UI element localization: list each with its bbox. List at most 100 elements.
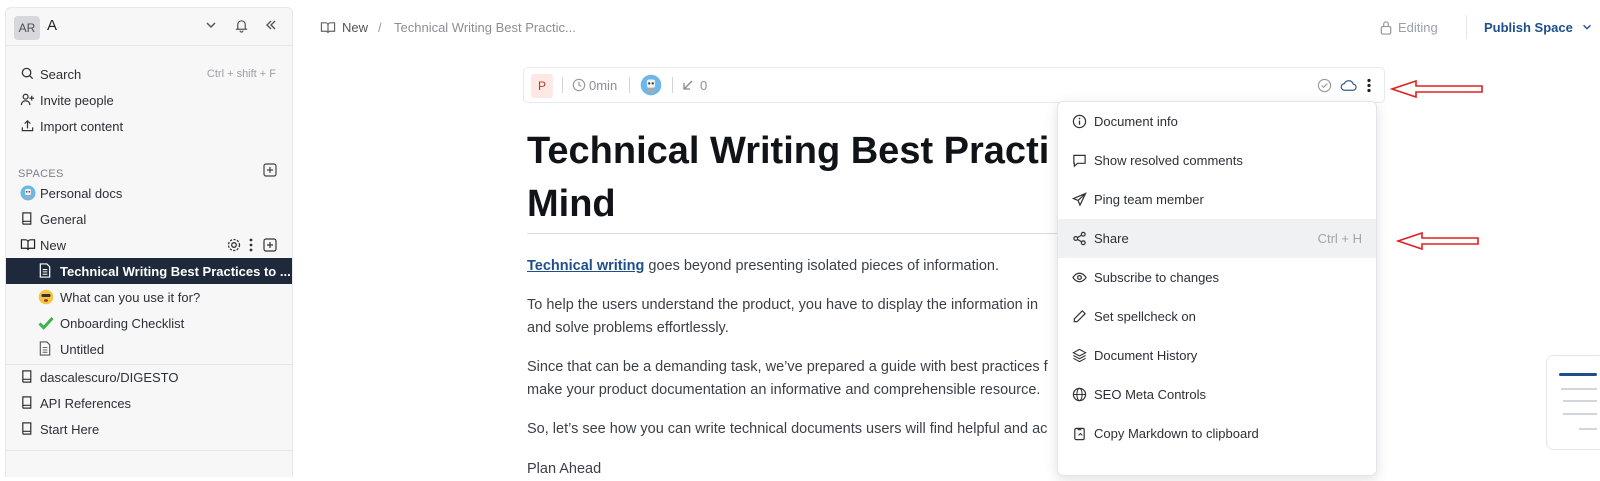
spellcheck-icon[interactable]: [1317, 78, 1332, 93]
paragraph[interactable]: Technical writing goes beyond presenting…: [527, 255, 1087, 278]
toc-line[interactable]: [1563, 413, 1597, 415]
menu-item-label: Show resolved comments: [1094, 153, 1243, 168]
paragraph[interactable]: So, let’s see how you can write technica…: [527, 418, 1087, 441]
search-item[interactable]: Search Ctrl + shift + F: [6, 61, 292, 87]
document-options-menu: Document info Show resolved comments Pin…: [1057, 101, 1377, 476]
workspace-name[interactable]: A: [47, 17, 57, 34]
space-general[interactable]: General: [6, 206, 292, 232]
menu-item-document-history[interactable]: Document History: [1058, 336, 1376, 375]
technical-writing-link[interactable]: Technical writing: [527, 258, 644, 274]
collapse-sidebar-icon[interactable]: [264, 18, 278, 32]
settings-gear-icon[interactable]: [226, 237, 242, 253]
breadcrumb-page[interactable]: Technical Writing Best Practic...: [394, 20, 576, 35]
add-page-icon[interactable]: [263, 238, 277, 252]
toc-line-active[interactable]: [1559, 373, 1597, 376]
bell-icon[interactable]: [234, 18, 249, 33]
top-bar: New / Technical Writing Best Practic... …: [300, 0, 1600, 54]
menu-item-shortcut: Ctrl + H: [1317, 231, 1362, 246]
breadcrumb-separator: /: [378, 20, 382, 35]
document-icon: [38, 341, 54, 357]
open-book-icon: [320, 20, 336, 35]
editing-status[interactable]: Editing: [1398, 20, 1438, 35]
share-icon: [1072, 231, 1087, 246]
space-label: Personal docs: [40, 186, 123, 201]
separator: [672, 77, 673, 93]
space-personal-docs[interactable]: Personal docs: [6, 180, 292, 206]
breadcrumb-space[interactable]: New: [342, 20, 368, 35]
comment-icon: [1072, 153, 1087, 168]
pencil-icon: [1072, 309, 1087, 324]
space-label: API References: [40, 396, 132, 411]
menu-item-share[interactable]: Share Ctrl + H: [1058, 219, 1376, 258]
book-icon: [20, 421, 36, 437]
menu-item-label: Document History: [1094, 348, 1198, 363]
emoji-icon: [38, 289, 54, 305]
menu-item-copy-markdown[interactable]: Copy Markdown to clipboard: [1058, 414, 1376, 453]
menu-item-label: Subscribe to changes: [1094, 270, 1220, 285]
open-book-icon: [20, 237, 36, 253]
add-space-icon[interactable]: [263, 163, 277, 177]
menu-item-spellcheck[interactable]: Set spellcheck on: [1058, 297, 1376, 336]
menu-item-label: Ping team member: [1094, 192, 1204, 207]
menu-item-label: Share: [1094, 231, 1129, 246]
menu-item-subscribe[interactable]: Subscribe to changes: [1058, 258, 1376, 297]
menu-item-ping-team-member[interactable]: Ping team member: [1058, 180, 1376, 219]
space-label: General: [40, 212, 87, 227]
document-icon: [38, 263, 54, 279]
paragraph[interactable]: Since that can be a demanding task, we’v…: [527, 356, 1087, 402]
space-digesto[interactable]: dascalescuro/DIGESTO: [6, 364, 292, 390]
robot-avatar-icon: [20, 185, 36, 201]
search-shortcut: Ctrl + shift + F: [206, 68, 276, 80]
menu-item-seo-meta[interactable]: SEO Meta Controls: [1058, 375, 1376, 414]
publish-space-button[interactable]: Publish Space: [1484, 20, 1573, 35]
toc-line[interactable]: [1579, 428, 1597, 430]
document-title[interactable]: Technical Writing Best Practi Mind: [527, 125, 1147, 231]
send-icon: [1072, 192, 1087, 207]
space-start-here[interactable]: Start Here: [6, 416, 292, 442]
menu-item-label: Copy Markdown to clipboard: [1094, 426, 1259, 441]
upload-icon: [20, 118, 36, 134]
import-content-item[interactable]: Import content: [6, 113, 292, 139]
layers-icon: [1072, 348, 1087, 363]
book-icon: [20, 369, 36, 385]
page-onboarding-checklist[interactable]: Onboarding Checklist: [6, 310, 292, 336]
chevron-down-icon[interactable]: [1581, 21, 1593, 33]
paragraph-line: and solve problems effortlessly.: [527, 320, 729, 336]
chevron-down-icon[interactable]: [204, 18, 218, 32]
menu-item-document-info[interactable]: Document info: [1058, 102, 1376, 141]
paragraph-text: goes beyond presenting isolated pieces o…: [644, 258, 1000, 274]
space-api-references[interactable]: API References: [6, 390, 292, 416]
paragraph-line: To help the users understand the product…: [527, 297, 1039, 313]
kebab-menu-icon[interactable]: [1366, 77, 1372, 94]
author-badge[interactable]: P: [531, 74, 553, 98]
separator: [629, 77, 630, 93]
section-heading[interactable]: Plan Ahead: [527, 458, 1087, 481]
invite-people-item[interactable]: Invite people: [6, 87, 292, 113]
spaces-heading: SPACES: [18, 168, 64, 180]
user-avatar[interactable]: AR: [14, 16, 40, 40]
search-label: Search: [40, 67, 82, 82]
clock-icon: [572, 78, 586, 92]
title-divider: [527, 233, 1117, 234]
page-untitled[interactable]: Untitled: [6, 336, 292, 362]
backlink-icon[interactable]: [682, 79, 694, 91]
space-new[interactable]: New: [6, 232, 292, 258]
clipboard-icon: [1072, 426, 1087, 441]
toc-line[interactable]: [1563, 400, 1597, 402]
paragraph[interactable]: To help the users understand the product…: [527, 294, 1087, 340]
page-what-can-you-use[interactable]: What can you use it for?: [6, 284, 292, 310]
menu-item-show-resolved-comments[interactable]: Show resolved comments: [1058, 141, 1376, 180]
table-of-contents-widget[interactable]: [1546, 355, 1600, 450]
page-technical-writing[interactable]: Technical Writing Best Practices to ...: [6, 258, 292, 284]
cloud-icon[interactable]: [1340, 78, 1357, 93]
more-options-icon[interactable]: [248, 237, 254, 253]
add-user-icon: [20, 92, 36, 108]
annotation-arrow: [1396, 231, 1479, 251]
menu-item-label: Document info: [1094, 114, 1178, 129]
book-icon: [20, 211, 36, 227]
space-label: dascalescuro/DIGESTO: [40, 370, 179, 385]
contributor-avatar-icon[interactable]: [640, 74, 662, 96]
title-line: Mind: [527, 183, 616, 225]
paragraph-line: Since that can be a demanding task, we’v…: [527, 359, 1048, 375]
toc-line[interactable]: [1561, 388, 1597, 390]
